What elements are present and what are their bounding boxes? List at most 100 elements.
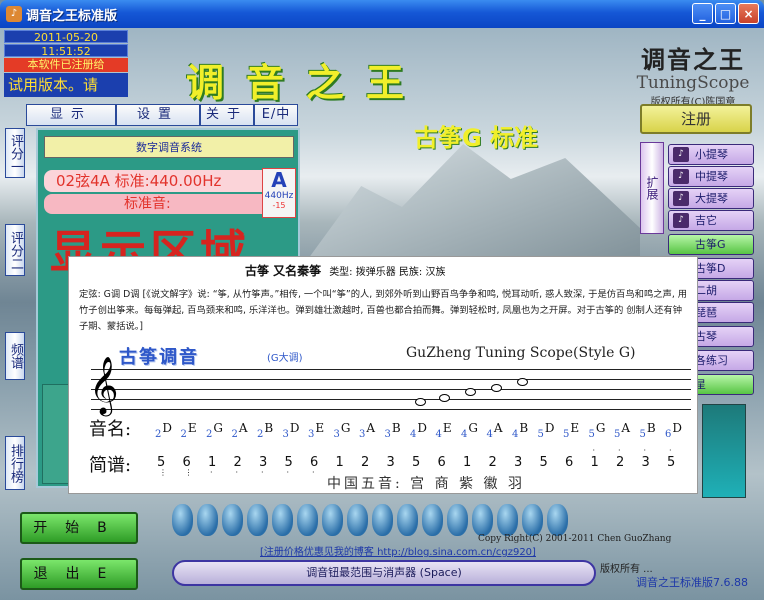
- jianpu-cell: 1 ·: [208, 455, 234, 481]
- register-button[interactable]: 注册: [640, 104, 752, 134]
- note-letter: A: [493, 421, 503, 435]
- note-name-cell: 3G: [334, 421, 360, 440]
- note-name-cell: 5D: [538, 421, 564, 440]
- instrument-guzheng-g[interactable]: 古筝G: [668, 234, 754, 255]
- instrument-label: 古筝G: [695, 238, 726, 251]
- staff-line: [91, 409, 691, 410]
- viola-icon: ♪: [673, 169, 689, 184]
- staff-line: [91, 399, 691, 400]
- staff-note: [439, 394, 450, 402]
- staff-note: [465, 388, 476, 396]
- score-one-button[interactable]: 评分一: [5, 128, 25, 178]
- note-letter: G: [468, 421, 478, 435]
- instrument-guitar[interactable]: ♪ 吉它: [668, 210, 754, 231]
- note-letter: D: [162, 421, 172, 435]
- maximize-button[interactable]: □: [715, 3, 736, 24]
- string-pipe[interactable]: [247, 504, 268, 536]
- string-pipe[interactable]: [297, 504, 318, 536]
- tab-about[interactable]: 关于: [200, 104, 254, 126]
- ranking-button[interactable]: 排行榜: [5, 436, 25, 490]
- app-big-title: 调音之王: [186, 61, 427, 105]
- string-pipe[interactable]: [472, 504, 493, 536]
- string-pipe[interactable]: [447, 504, 468, 536]
- string-pipe[interactable]: [222, 504, 243, 536]
- jianpu-number: 2: [361, 455, 370, 470]
- string-pipe[interactable]: [347, 504, 368, 536]
- note-name-cell: 4B: [512, 421, 538, 440]
- staff-note: [491, 384, 502, 392]
- octave-number: 3: [384, 429, 391, 440]
- instrument-cello[interactable]: ♪ 大提琴: [668, 188, 754, 209]
- string-pipe[interactable]: [522, 504, 543, 536]
- octave-number: 2: [155, 429, 162, 440]
- version-label: 调音之王标准版7.6.88: [636, 576, 748, 589]
- staff-line: [91, 389, 691, 390]
- string-pipe[interactable]: [497, 504, 518, 536]
- string-pipe[interactable]: [372, 504, 393, 536]
- jianpu-number: 5: [667, 455, 676, 470]
- string-pipe[interactable]: [197, 504, 218, 536]
- string-pipe[interactable]: [422, 504, 443, 536]
- instrument-name: 古筝 又名秦筝: [245, 264, 322, 278]
- exit-button[interactable]: 退出E: [20, 558, 138, 590]
- staff-line: [91, 369, 691, 370]
- guitar-icon: ♪: [673, 213, 689, 228]
- instrument-definition: 定弦: G调 D调 [《说文解字》说: “筝, 从竹筝声。”相传, 一个叫“筝”…: [79, 289, 688, 332]
- note-frequency: 440Hz: [264, 191, 294, 201]
- tuning-heading: 古筝调音: [119, 347, 199, 368]
- expand-button[interactable]: 扩展: [640, 142, 664, 234]
- jianpu-cell: 6: [565, 455, 591, 481]
- note-name-cell: 2E: [181, 421, 207, 440]
- octave-dot: ·: [592, 446, 596, 455]
- jianpu-cell: 2 ·: [616, 447, 642, 481]
- note-name-cell: 3E: [308, 421, 334, 440]
- tuner-gauge: [702, 404, 746, 498]
- octave-dot: ·: [210, 468, 213, 477]
- trial-notice: 试用版本。请: [4, 73, 128, 97]
- jianpu-number: 5: [412, 455, 421, 470]
- key-label: (G大调): [267, 353, 303, 364]
- date-display: 2011-05-20: [4, 30, 128, 44]
- jianpu-cell: 2 ·: [234, 455, 260, 481]
- tab-language[interactable]: E/中: [254, 104, 298, 126]
- blog-link[interactable]: [注册价格优惠见我的博客 http://blog.sina.com.cn/cgz…: [260, 543, 536, 558]
- close-button[interactable]: ×: [738, 3, 759, 24]
- octave-dot: ⋮: [184, 468, 193, 477]
- note-name-cell: 2A: [232, 421, 258, 440]
- logo: 调音之王 TuningScope 版权所有(C)陈国章: [628, 40, 758, 108]
- octave-number: 6: [665, 429, 672, 440]
- jianpu-cell: 3 ·: [259, 455, 285, 481]
- note-letter: D: [417, 421, 427, 435]
- string-pipe[interactable]: [272, 504, 293, 536]
- range-mute-button[interactable]: 调音钮最范围与消声器 (Space): [172, 560, 596, 586]
- string-pipe[interactable]: [397, 504, 418, 536]
- jianpu-number: 3: [514, 455, 523, 470]
- string-pipe[interactable]: [322, 504, 343, 536]
- note-name-cell: 2G: [206, 421, 232, 440]
- spectrum-button[interactable]: 频谱: [5, 332, 25, 380]
- tab-settings[interactable]: 设置: [116, 104, 200, 126]
- jianpu-number: 1: [463, 455, 472, 470]
- octave-number: 3: [359, 429, 366, 440]
- note-letter: A: [621, 421, 631, 435]
- octave-dot: ·: [235, 468, 239, 477]
- tab-display[interactable]: 显示: [26, 104, 116, 126]
- window-controls: _ □ ×: [692, 3, 759, 24]
- instrument-viola[interactable]: ♪ 中提琴: [668, 166, 754, 187]
- minimize-button[interactable]: _: [692, 3, 713, 24]
- standard-tone-readout: 标准音:: [44, 194, 280, 214]
- pentatonic-scale: 中国五音: 宫 商 紫 徽 羽: [327, 476, 525, 492]
- octave-number: 4: [486, 429, 493, 440]
- jianpu-number: 2: [488, 455, 497, 470]
- score-two-button[interactable]: 评分二: [5, 224, 25, 276]
- octave-number: 3: [308, 429, 315, 440]
- instrument-violin[interactable]: ♪ 小提琴: [668, 144, 754, 165]
- jianpu-cell: 5 ⋮: [157, 455, 183, 481]
- start-button[interactable]: 开始B: [20, 512, 138, 544]
- string-pipe[interactable]: [172, 504, 193, 536]
- note-letter: D: [544, 421, 555, 435]
- note-letter: B: [391, 421, 401, 435]
- string-pipe[interactable]: [547, 504, 568, 536]
- jianpu-number: 3: [386, 455, 395, 470]
- staff-note: [415, 398, 426, 406]
